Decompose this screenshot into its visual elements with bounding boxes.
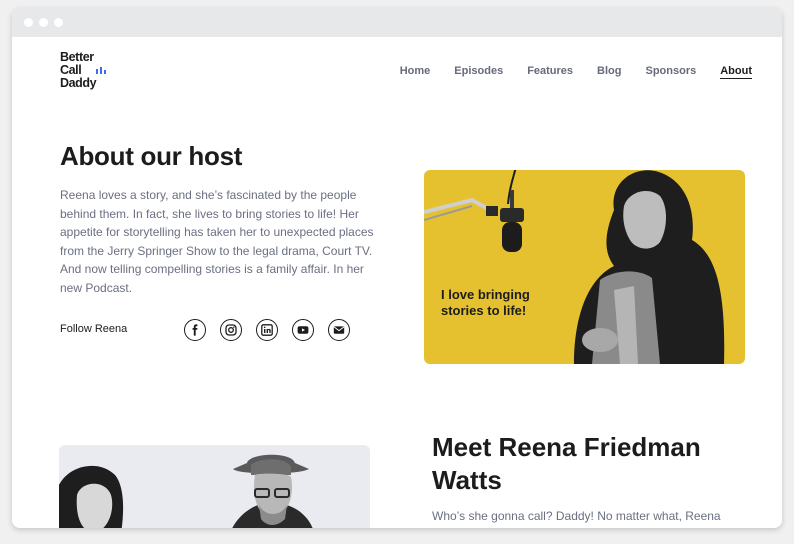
- family-photo-illustration: [59, 454, 313, 528]
- youtube-icon: [297, 326, 309, 334]
- about-body: Reena loves a story, and she’s fascinate…: [60, 188, 374, 295]
- logo-line-2: Call: [60, 63, 82, 77]
- logo-sound-bars-icon: [96, 67, 106, 74]
- nav-about[interactable]: About: [720, 65, 752, 79]
- family-photo: [59, 445, 370, 528]
- social-links: [184, 319, 350, 341]
- logo-line-3: Daddy: [60, 76, 97, 90]
- host-portrait-illustration: [424, 170, 725, 364]
- instagram-link[interactable]: [220, 319, 242, 341]
- linkedin-icon: [261, 324, 273, 336]
- youtube-link[interactable]: [292, 319, 314, 341]
- facebook-icon: [192, 324, 198, 336]
- host-feature-card: I love bringing stories to life!: [424, 170, 745, 364]
- nav-features[interactable]: Features: [527, 65, 573, 79]
- meet-body: Who’s she gonna call? Daddy! No matter w…: [432, 509, 727, 528]
- host-quote: I love bringing stories to life!: [441, 287, 530, 318]
- page-viewport: Better Call Daddy Home Episodes Features…: [12, 37, 782, 528]
- email-icon: [333, 326, 345, 334]
- facebook-link[interactable]: [184, 319, 206, 341]
- window-dot-minimize[interactable]: [39, 18, 48, 27]
- linkedin-link[interactable]: [256, 319, 278, 341]
- nav-blog[interactable]: Blog: [597, 65, 621, 79]
- window-titlebar: [12, 8, 782, 37]
- about-heading: About our host: [60, 141, 243, 171]
- main-nav: Home Episodes Features Blog Sponsors Abo…: [400, 65, 752, 79]
- window-dot-close[interactable]: [24, 18, 33, 27]
- meet-heading: Meet Reena Friedman Watts: [432, 432, 701, 495]
- browser-window: Better Call Daddy Home Episodes Features…: [12, 8, 782, 528]
- site-logo[interactable]: Better Call Daddy: [60, 50, 120, 94]
- nav-sponsors[interactable]: Sponsors: [646, 65, 697, 79]
- logo-line-1: Better: [60, 50, 94, 64]
- window-dot-maximize[interactable]: [54, 18, 63, 27]
- email-link[interactable]: [328, 319, 350, 341]
- follow-label: Follow Reena: [60, 323, 128, 335]
- nav-episodes[interactable]: Episodes: [454, 65, 503, 79]
- nav-home[interactable]: Home: [400, 65, 431, 79]
- instagram-icon: [225, 324, 237, 336]
